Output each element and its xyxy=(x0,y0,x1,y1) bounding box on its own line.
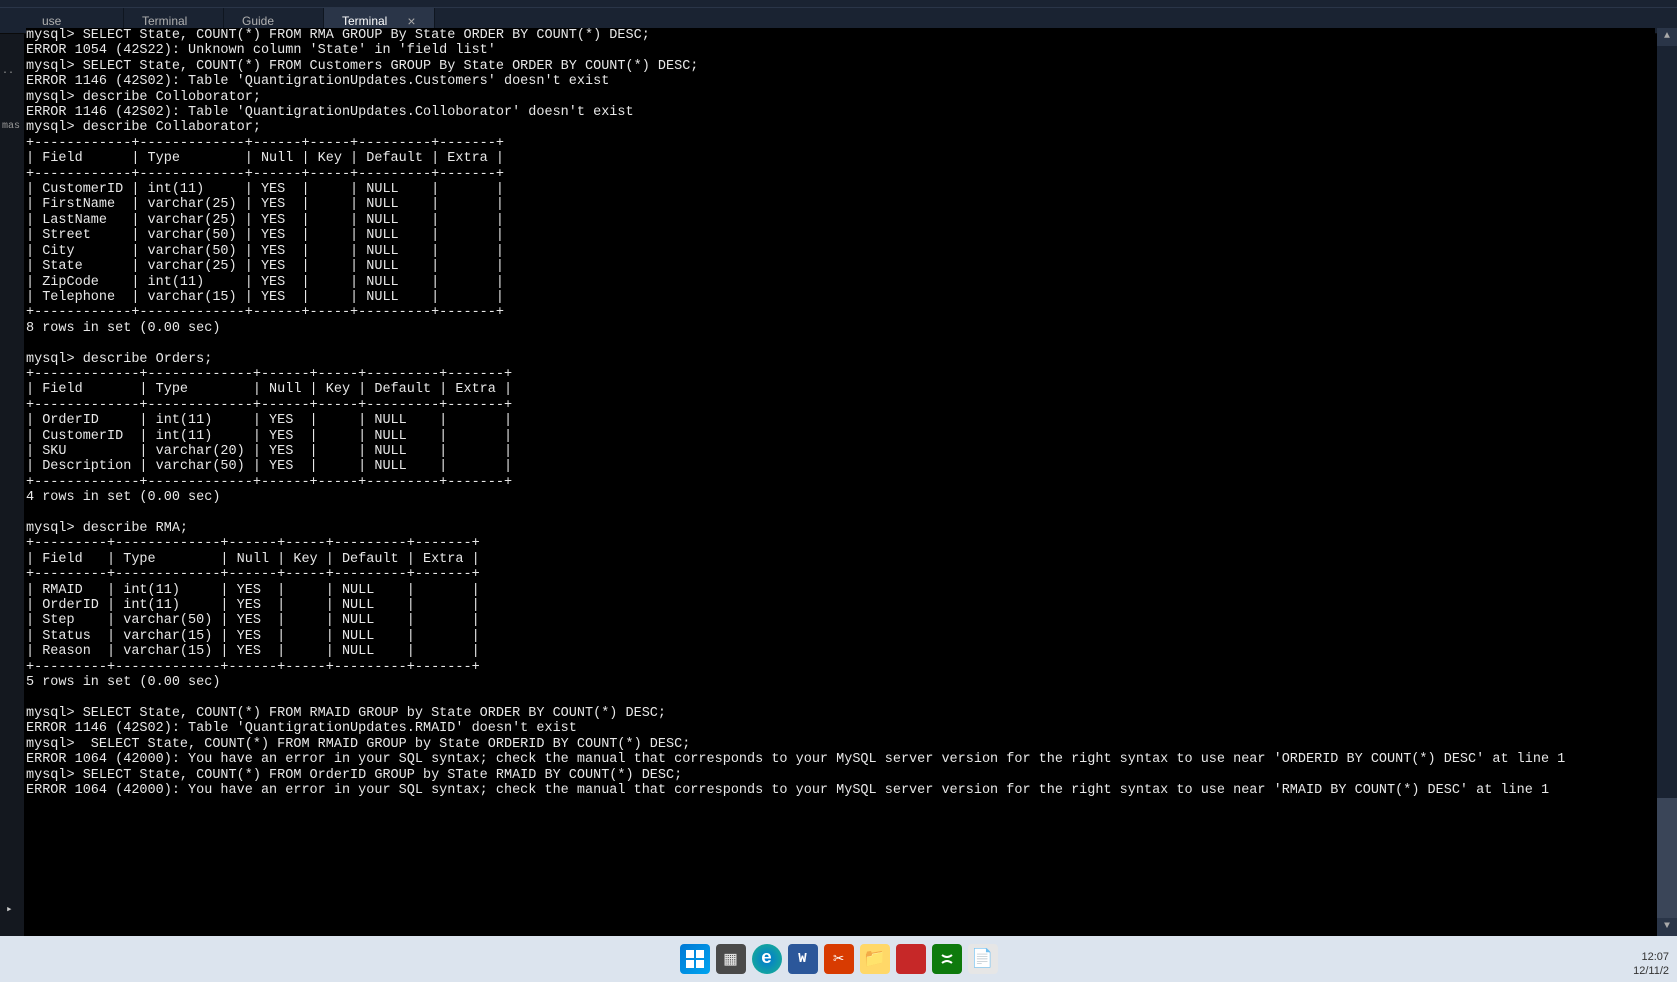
edge-icon[interactable]: e xyxy=(752,944,782,974)
notepad-icon[interactable]: 📄 xyxy=(968,944,998,974)
calculator-icon[interactable]: ▦ xyxy=(716,944,746,974)
taskbar: ▦ e W ✂ 📁 📄 12:07 12/11/2 xyxy=(0,936,1677,982)
scrollbar[interactable]: ▲ ▼ xyxy=(1657,28,1677,936)
start-icon[interactable] xyxy=(680,944,710,974)
scrollbar-up-icon[interactable]: ▲ xyxy=(1657,28,1677,46)
scrollbar-thumb[interactable] xyxy=(1657,798,1677,918)
left-gutter: .. mas ▸ xyxy=(0,34,24,936)
scrollbar-down-icon[interactable]: ▼ xyxy=(1657,918,1677,936)
taskbar-center: ▦ e W ✂ 📁 📄 xyxy=(680,944,998,974)
system-tray[interactable]: 12:07 12/11/2 xyxy=(1633,950,1669,978)
app-red-icon[interactable] xyxy=(896,944,926,974)
terminal-output[interactable]: mysql> SELECT State, COUNT(*) FROM RMA G… xyxy=(26,28,1655,936)
word-icon[interactable]: W xyxy=(788,944,818,974)
gutter-dots: .. xyxy=(0,64,24,79)
close-icon[interactable]: × xyxy=(387,13,415,29)
gutter-arrow-icon: ▸ xyxy=(6,902,13,916)
xbox-icon[interactable] xyxy=(932,944,962,974)
clock-date: 12/11/2 xyxy=(1633,964,1669,978)
gutter-mas: mas xyxy=(0,119,24,134)
title-bar xyxy=(0,0,1677,8)
tab-label: use xyxy=(42,14,61,28)
clock-time: 12:07 xyxy=(1633,950,1669,964)
tab-label: Terminal xyxy=(342,14,387,28)
explorer-icon[interactable]: 📁 xyxy=(860,944,890,974)
snip-icon[interactable]: ✂ xyxy=(824,944,854,974)
tab-label: Guide xyxy=(242,14,274,28)
tab-label: Terminal xyxy=(142,14,187,28)
